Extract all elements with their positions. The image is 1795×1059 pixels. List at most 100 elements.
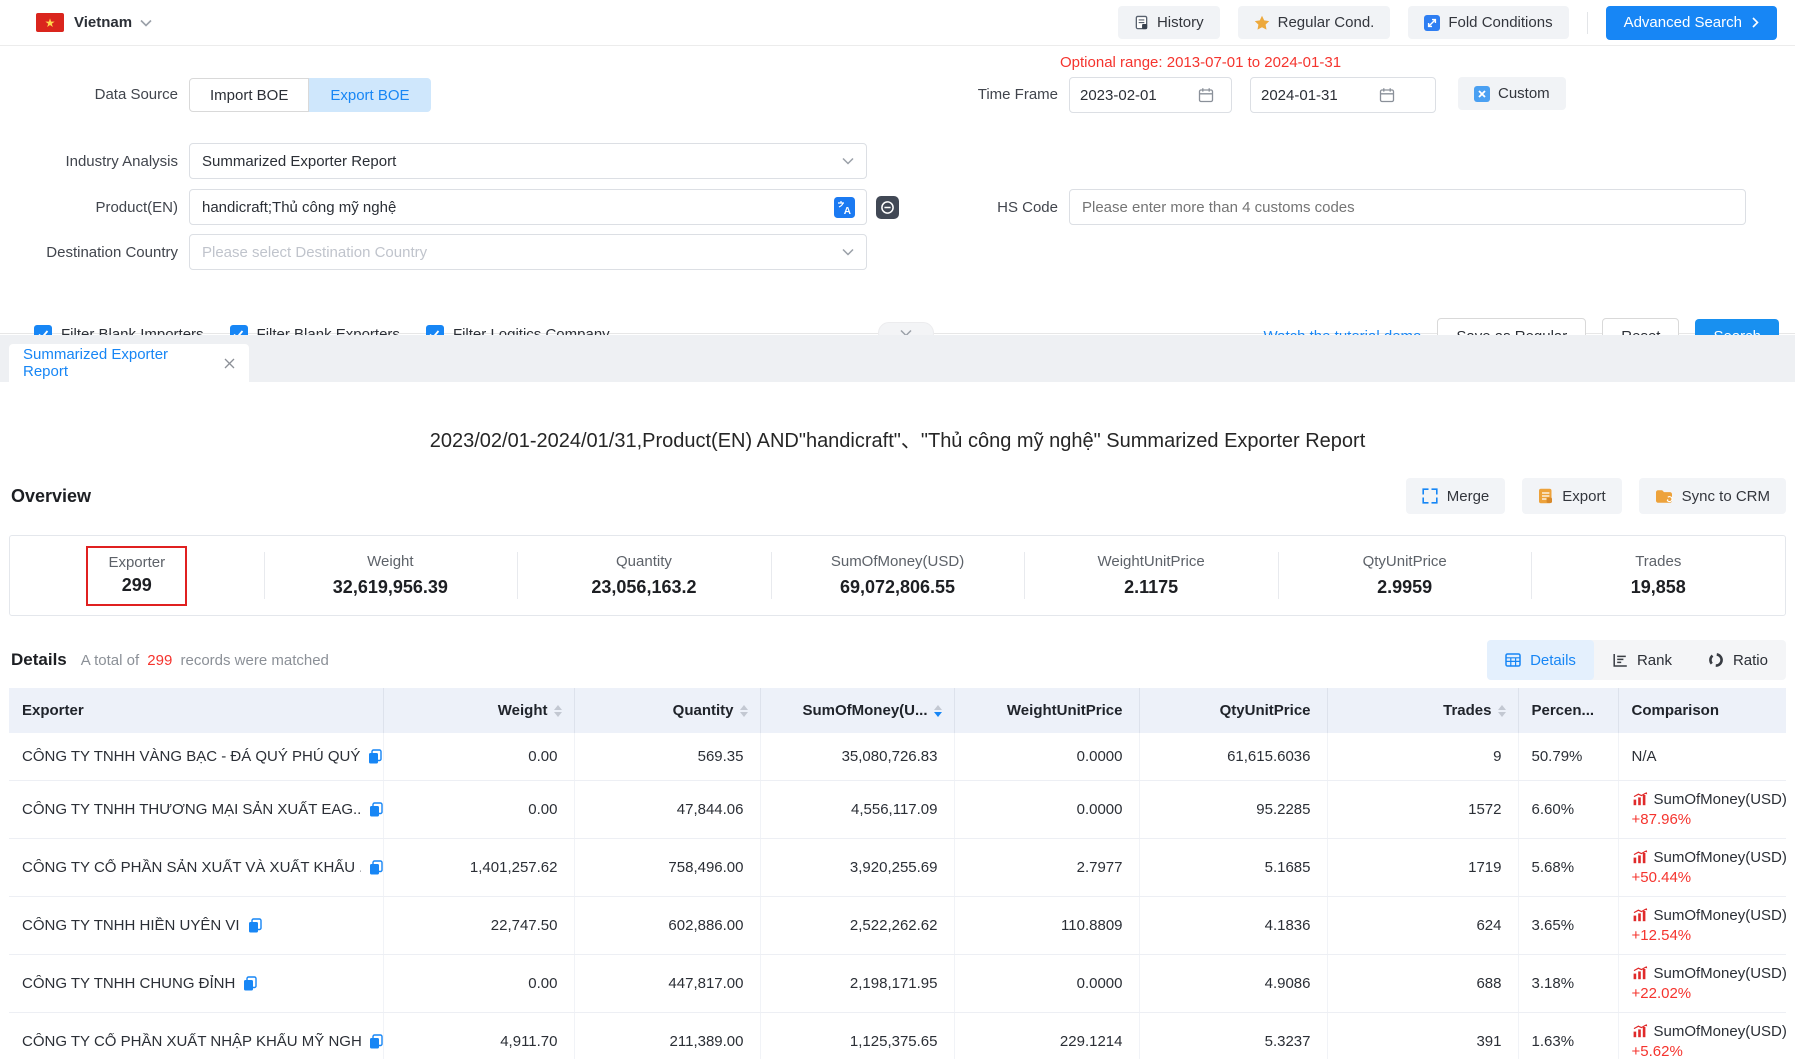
- table-row[interactable]: CÔNG TY TNHH CHUNG ĐỈNH 0.00 447,817.00 …: [9, 954, 1786, 1012]
- hs-code-label: HS Code: [918, 199, 1058, 216]
- stat-label: WeightUnitPrice: [1097, 553, 1204, 570]
- col-weight[interactable]: Weight: [383, 688, 574, 733]
- stat-value: 299: [122, 575, 152, 596]
- merge-icon: [1422, 488, 1438, 504]
- stat-value: 69,072,806.55: [840, 577, 955, 598]
- exclude-keyword-icon[interactable]: [876, 196, 899, 219]
- table-header-row: Exporter Weight Quantity SumOfMoney(U...…: [9, 688, 1786, 733]
- industry-analysis-select[interactable]: Summarized Exporter Report: [189, 143, 867, 179]
- rank-bars-icon: [1612, 653, 1628, 667]
- date-to-field[interactable]: [1250, 77, 1436, 113]
- comparison-cell: SumOfMoney(USD) +12.54%: [1618, 896, 1786, 954]
- records-prefix: A total of: [81, 652, 139, 669]
- sort-icon[interactable]: [554, 705, 562, 717]
- history-button[interactable]: History: [1118, 6, 1220, 39]
- exporter-name[interactable]: CÔNG TY TNHH THƯƠNG MẠI SẢN XUẤT EAG...: [22, 801, 361, 818]
- date-to-input[interactable]: [1261, 87, 1371, 104]
- date-from-field[interactable]: [1069, 77, 1232, 113]
- exporter-name[interactable]: CÔNG TY CỔ PHẦN SẢN XUẤT VÀ XUẤT KHẨU ..…: [22, 859, 361, 876]
- exporter-name[interactable]: CÔNG TY CỔ PHẦN XUẤT NHẬP KHẨU MỸ NGH...: [22, 1033, 361, 1050]
- sort-icon[interactable]: [1498, 705, 1506, 717]
- view-rank-button[interactable]: Rank: [1594, 640, 1690, 680]
- result-tab-bar: Summarized Exporter Report: [0, 335, 1795, 382]
- col-label: Trades: [1443, 702, 1491, 719]
- fold-conditions-label: Fold Conditions: [1448, 14, 1552, 31]
- advanced-search-button[interactable]: Advanced Search: [1606, 6, 1777, 40]
- copy-icon[interactable]: [248, 918, 262, 933]
- overview-actions: Merge Export Sync to CRM: [1406, 478, 1786, 514]
- view-switch: Details Rank Ratio: [1487, 640, 1786, 680]
- custom-icon: [1474, 86, 1490, 102]
- export-button[interactable]: Export: [1522, 478, 1621, 514]
- weight-unit-price-cell: 110.8809: [954, 896, 1139, 954]
- sort-icon-active-desc[interactable]: [934, 705, 942, 717]
- view-details-button[interactable]: Details: [1487, 640, 1594, 680]
- table-row[interactable]: CÔNG TY CỔ PHẦN XUẤT NHẬP KHẨU MỸ NGH...…: [9, 1012, 1786, 1059]
- col-sum-of-money[interactable]: SumOfMoney(U...: [760, 688, 954, 733]
- weight-unit-price-cell: 229.1214: [954, 1012, 1139, 1059]
- svg-text:A: A: [844, 206, 851, 217]
- comparison-metric: SumOfMoney(USD): [1654, 907, 1787, 924]
- hs-code-input[interactable]: [1069, 189, 1746, 225]
- weight-cell: 0.00: [383, 733, 574, 780]
- import-boe-tab[interactable]: Import BOE: [189, 78, 309, 112]
- table-row[interactable]: CÔNG TY TNHH THƯƠNG MẠI SẢN XUẤT EAG... …: [9, 780, 1786, 838]
- data-source-toggle: Import BOE Export BOE: [189, 78, 431, 112]
- comparison-change: +50.44%: [1632, 869, 1787, 886]
- product-en-label: Product(EN): [0, 199, 178, 216]
- col-trades[interactable]: Trades: [1327, 688, 1518, 733]
- optional-range-text: Optional range: 2013-07-01 to 2024-01-31: [1060, 54, 1341, 71]
- stat-quantity: Quantity 23,056,163.2: [517, 536, 771, 615]
- percent-cell: 50.79%: [1518, 733, 1618, 780]
- table-row[interactable]: CÔNG TY TNHH VÀNG BẠC - ĐÁ QUÝ PHÚ QUÝ 0…: [9, 733, 1786, 780]
- topbar-divider: [1587, 12, 1588, 34]
- copy-icon[interactable]: [369, 860, 383, 875]
- quantity-cell: 211,389.00: [574, 1012, 760, 1059]
- comparison-change: +5.62%: [1632, 1043, 1787, 1059]
- export-boe-tab[interactable]: Export BOE: [309, 78, 430, 112]
- sync-to-crm-button[interactable]: Sync to CRM: [1639, 478, 1786, 514]
- chevron-down-icon[interactable]: [140, 19, 152, 27]
- date-from-input[interactable]: [1080, 87, 1190, 104]
- trades-cell: 688: [1327, 954, 1518, 1012]
- percent-cell: 1.63%: [1518, 1012, 1618, 1059]
- destination-country-select[interactable]: Please select Destination Country: [189, 234, 867, 270]
- sum-cell: 2,198,171.95: [760, 954, 954, 1012]
- fold-conditions-button[interactable]: Fold Conditions: [1408, 6, 1568, 39]
- table-row[interactable]: CÔNG TY TNHH HIỀN UYÊN VI 22,747.50 602,…: [9, 896, 1786, 954]
- col-weight-unit-price: WeightUnitPrice: [954, 688, 1139, 733]
- regular-cond-label: Regular Cond.: [1278, 14, 1375, 31]
- weight-cell: 4,911.70: [383, 1012, 574, 1059]
- view-ratio-button[interactable]: Ratio: [1690, 640, 1786, 680]
- ratio-circle-icon: [1708, 652, 1724, 668]
- view-details-label: Details: [1530, 652, 1576, 669]
- view-ratio-label: Ratio: [1733, 652, 1768, 669]
- overview-stats-card: Exporter 299 Weight 32,619,956.39 Quanti…: [9, 535, 1786, 616]
- trend-up-chart-icon: [1632, 850, 1648, 864]
- merge-button[interactable]: Merge: [1406, 478, 1506, 514]
- product-en-input[interactable]: [189, 189, 867, 225]
- tab-summarized-exporter-report[interactable]: Summarized Exporter Report: [9, 344, 249, 382]
- translate-icon[interactable]: A: [834, 197, 855, 218]
- sort-icon[interactable]: [740, 705, 748, 717]
- copy-icon[interactable]: [369, 802, 383, 817]
- close-icon[interactable]: [224, 358, 235, 369]
- comparison-change: +22.02%: [1632, 985, 1787, 1002]
- col-quantity[interactable]: Quantity: [574, 688, 760, 733]
- trend-up-chart-icon: [1632, 966, 1648, 980]
- stat-label: Trades: [1635, 553, 1681, 570]
- exporter-name[interactable]: CÔNG TY TNHH CHUNG ĐỈNH: [22, 975, 235, 992]
- custom-range-button[interactable]: Custom: [1458, 77, 1566, 110]
- stat-label: Weight: [367, 553, 413, 570]
- calendar-icon: [1379, 87, 1395, 103]
- regular-cond-button[interactable]: Regular Cond.: [1238, 6, 1391, 39]
- exporter-name[interactable]: CÔNG TY TNHH HIỀN UYÊN VI: [22, 917, 240, 934]
- stat-value: 19,858: [1631, 577, 1686, 598]
- copy-icon[interactable]: [369, 1034, 383, 1049]
- country-selector-label[interactable]: Vietnam: [74, 14, 132, 31]
- table-row[interactable]: CÔNG TY CỔ PHẦN SẢN XUẤT VÀ XUẤT KHẨU ..…: [9, 838, 1786, 896]
- trend-up-chart-icon: [1632, 908, 1648, 922]
- copy-icon[interactable]: [243, 976, 257, 991]
- exporter-name[interactable]: CÔNG TY TNHH VÀNG BẠC - ĐÁ QUÝ PHÚ QUÝ: [22, 748, 360, 765]
- copy-icon[interactable]: [368, 749, 382, 764]
